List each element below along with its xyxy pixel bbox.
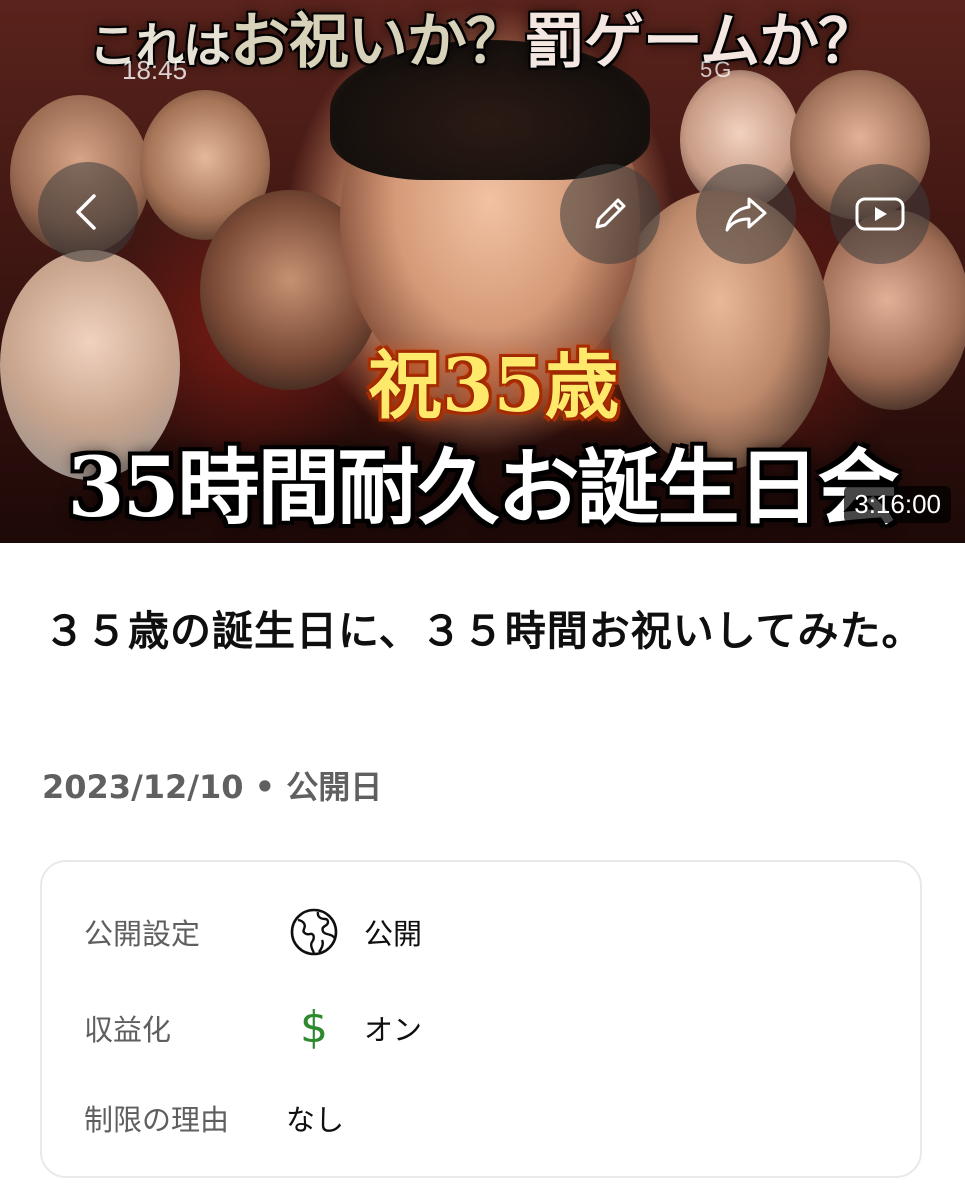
restriction-row[interactable]: 制限の理由 なし [42,1088,920,1148]
back-button[interactable] [38,162,138,262]
pencil-icon [595,198,626,229]
status-bar-network: 5G [700,57,734,82]
visibility-row[interactable]: 公開設定 公開 [42,902,920,962]
dollar-glyph: $ [300,1002,328,1053]
video-duration-badge: 3:16:00 [844,486,951,523]
video-details-card: 公開設定 公開 収益化 $ オン 制限の理由 なし [40,860,922,1178]
visibility-value: 公開 [364,917,423,951]
dollar-icon: $ [288,1002,340,1054]
visibility-label: 公開設定 [84,917,201,951]
thumbnail-top-caption-b: お祝いか？ [229,7,526,77]
monetization-label: 収益化 [84,1013,172,1047]
publish-date-line: 2023/12/10 • 公開日 [42,762,382,808]
monetization-value: オン [364,1013,423,1047]
monetization-row[interactable]: 収益化 $ オン [42,998,920,1058]
share-button[interactable] [696,164,796,264]
publish-date-label: 公開日 [286,768,383,806]
edit-button[interactable] [560,164,660,264]
status-bar-time: 18:45 [122,55,188,85]
youtube-play-icon [855,197,905,231]
thumbnail-badge: 祝35歳 [368,343,619,429]
open-in-youtube-button[interactable] [830,164,930,264]
restriction-label: 制限の理由 [84,1103,230,1137]
thumbnail-bottom-caption: 35時間耐久お誕生日会 [67,440,899,536]
globe-icon [288,906,340,958]
restriction-value: なし [286,1103,345,1137]
publish-date: 2023/12/10 [42,768,244,806]
date-separator: • [254,768,276,806]
chevron-left-icon [76,194,96,230]
video-thumbnail[interactable]: これはお祝いか？罰ゲームか？ 18:45 5G 祝35歳 35時間耐久お誕生日会… [0,0,965,543]
video-title: ３５歳の誕生日に、３５時間お祝いしてみた。 [44,607,924,655]
share-arrow-icon [725,197,767,232]
